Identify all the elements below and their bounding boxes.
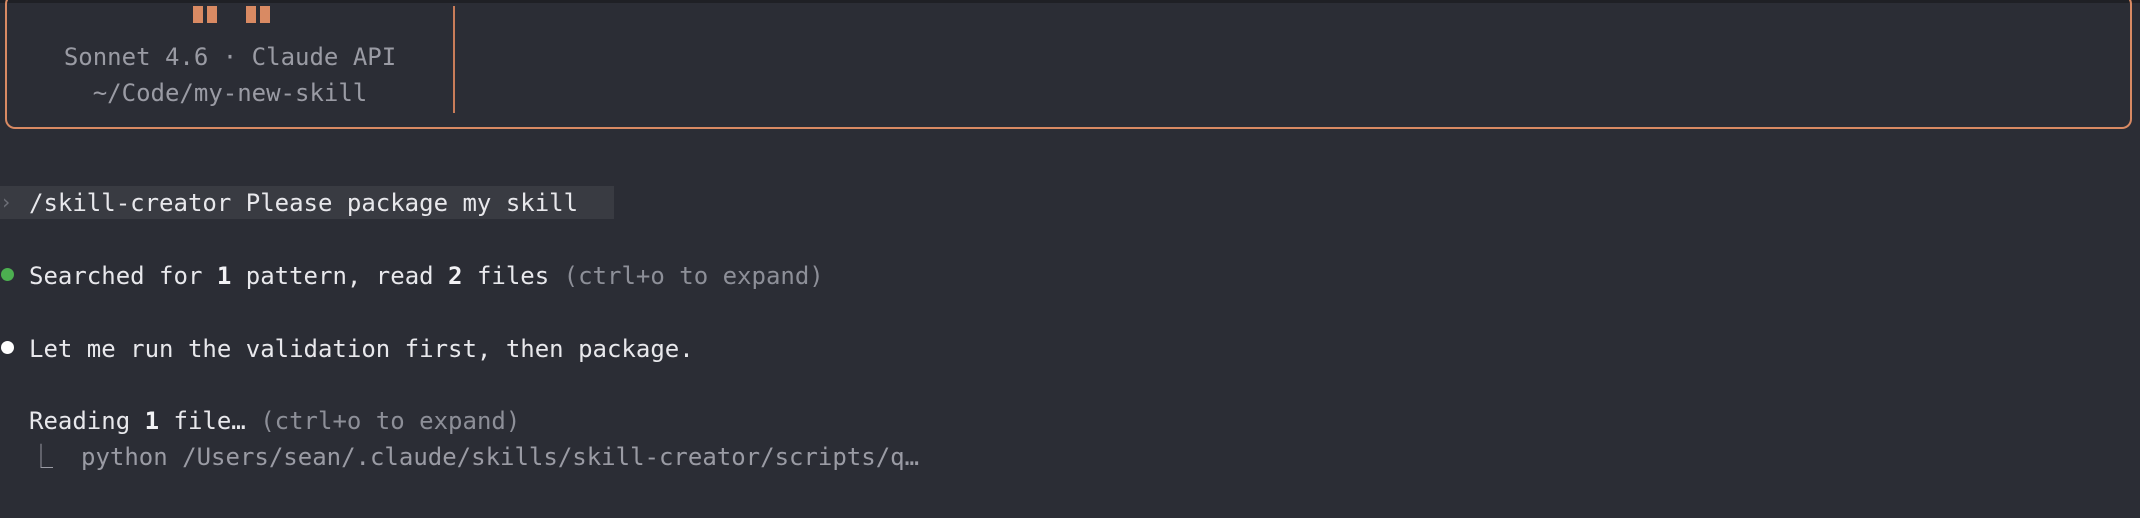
status-dot-message-icon — [1, 341, 14, 354]
mascot-leg-left-icon — [193, 6, 203, 23]
file-count: 2 — [448, 262, 463, 290]
search-summary-pre: Searched for — [29, 262, 217, 290]
tool-progress-pre: Reading — [29, 407, 145, 435]
mascot-leg-right-icon — [260, 6, 270, 23]
user-prompt-text: /skill-creator Please package my skill — [29, 189, 579, 217]
status-dot-success-icon — [1, 268, 14, 281]
mascot-leg-left-inner-icon — [207, 6, 217, 23]
expand-hint: (ctrl+o to expand) — [549, 262, 824, 290]
search-summary-mid: pattern, read — [231, 262, 449, 290]
prompt-chevron-icon: › — [0, 190, 13, 214]
search-summary-line[interactable]: Searched for 1 pattern, read 2 files (ct… — [29, 261, 824, 291]
tool-progress-line[interactable]: Reading 1 file… (ctrl+o to expand) — [29, 406, 520, 436]
search-summary-post: files — [462, 262, 550, 290]
tool-command: python /Users/sean/.claude/skills/skill-… — [81, 443, 920, 471]
assistant-message: Let me run the validation first, then pa… — [29, 335, 694, 363]
model-info: Sonnet 4.6 · Claude API — [63, 43, 397, 71]
reading-file-count: 1 — [144, 407, 160, 435]
mascot-leg-right-inner-icon — [246, 6, 256, 23]
pattern-count: 1 — [216, 262, 232, 290]
tool-output-line: ⎿ python /Users/sean/.claude/skills/skill… — [29, 442, 919, 472]
tool-progress-post: file… — [159, 407, 246, 435]
header-divider — [453, 6, 455, 113]
working-directory: ~/Code/my-new-skill — [92, 79, 368, 107]
tool-expand-hint: (ctrl+o to expand) — [245, 407, 521, 435]
branch-connector-icon: ⎿ — [29, 443, 53, 471]
